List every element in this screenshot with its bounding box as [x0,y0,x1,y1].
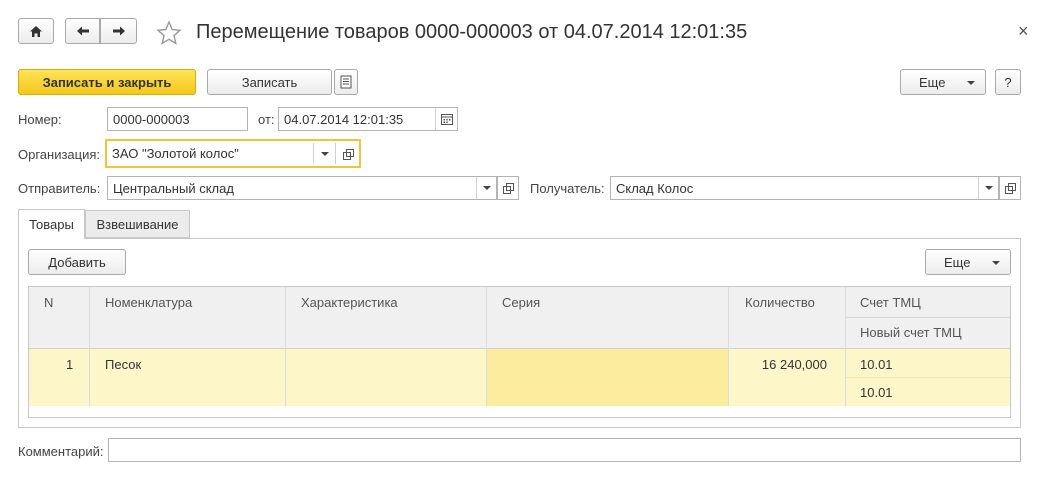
sender-value: Центральный склад [113,180,234,196]
chevron-down-icon [320,151,329,156]
header-account[interactable]: Счет ТМЦ [860,295,921,310]
row-nomenclature: Песок [105,357,142,372]
calendar-icon [440,113,453,125]
date-field[interactable]: 04.07.2014 12:01:35 [278,107,458,131]
col-divider [285,287,286,406]
number-field[interactable]: 0000-000003 [107,107,248,131]
sender-field[interactable]: Центральный склад [107,176,497,200]
tab-weighing-label: Взвешивание [96,216,179,232]
sender-open-button[interactable] [497,176,519,200]
number-label: Номер: [18,112,62,127]
number-value: 0000-000003 [113,111,190,127]
row-account: 10.01 [860,357,893,372]
row-account-divider [845,377,1010,378]
row-n: 1 [66,357,74,372]
organization-value: ЗАО "Золотой колос" [112,146,239,161]
series-cell-selected[interactable] [487,349,728,406]
date-value: 04.07.2014 12:01:35 [284,111,404,127]
receiver-dropdown-button[interactable] [978,177,998,199]
tab-goods[interactable]: Товары [18,209,85,239]
print-button[interactable] [334,69,358,95]
organization-label: Организация: [18,147,101,162]
receiver-label: Получатель: [530,181,605,196]
open-icon [503,183,514,194]
chevron-down-icon [967,81,975,85]
open-icon [1005,183,1016,194]
header-n[interactable]: N [44,295,53,310]
close-icon[interactable]: × [1018,21,1029,42]
page-title: Перемещение товаров 0000-000003 от 04.07… [196,21,748,43]
col-divider [728,287,729,406]
receiver-value: Склад Колос [616,180,694,196]
row-new-account: 10.01 [860,385,893,400]
favorite-button[interactable] [156,20,182,46]
calendar-button[interactable] [435,108,457,130]
receiver-field[interactable]: Склад Колос [610,176,999,200]
save-and-close-button[interactable]: Записать и закрыть [18,69,196,95]
header-new-account[interactable]: Новый счет ТМЦ [860,325,962,340]
back-button[interactable] [65,18,100,44]
date-label: от: [258,112,275,127]
home-icon [30,25,42,37]
goods-table[interactable]: N Номенклатура Характеристика Серия Коли… [28,286,1011,418]
add-button[interactable]: Добавить [28,249,126,275]
forward-button[interactable] [100,18,137,44]
document-icon [340,75,352,89]
organization-dropdown-button[interactable] [313,143,335,164]
tab-goods-label: Товары [29,217,74,232]
comment-field[interactable] [108,438,1021,462]
chevron-down-icon [992,261,1000,265]
col-divider [845,287,846,406]
help-button[interactable]: ? [995,69,1021,95]
star-icon [156,20,182,45]
more-menu-label: Еще [919,74,946,90]
open-icon [342,148,354,160]
sender-dropdown-button[interactable] [476,177,496,199]
sender-label: Отправитель: [18,181,101,196]
table-more-label: Еще [944,254,971,270]
arrow-left-icon [76,26,89,36]
chevron-down-icon [482,186,491,190]
header-characteristic[interactable]: Характеристика [301,295,398,310]
header-account-divider [845,317,1010,318]
more-menu-button[interactable]: Еще [900,69,986,95]
organization-field[interactable]: ЗАО "Золотой колос" [105,139,361,168]
save-button[interactable]: Записать [207,69,332,95]
organization-open-button[interactable] [335,143,359,164]
chevron-down-icon [984,186,993,190]
table-more-button[interactable]: Еще [925,249,1011,275]
tab-weighing[interactable]: Взвешивание [85,210,190,238]
home-button[interactable] [18,18,54,44]
receiver-open-button[interactable] [999,176,1021,200]
header-quantity[interactable]: Количество [745,295,815,310]
comment-label: Комментарий: [18,444,104,459]
header-series[interactable]: Серия [502,295,540,310]
col-divider [89,287,90,406]
header-nomenclature[interactable]: Номенклатура [105,295,192,310]
arrow-right-icon [112,26,125,36]
col-divider [486,287,487,406]
row-quantity: 16 240,000 [761,357,827,372]
